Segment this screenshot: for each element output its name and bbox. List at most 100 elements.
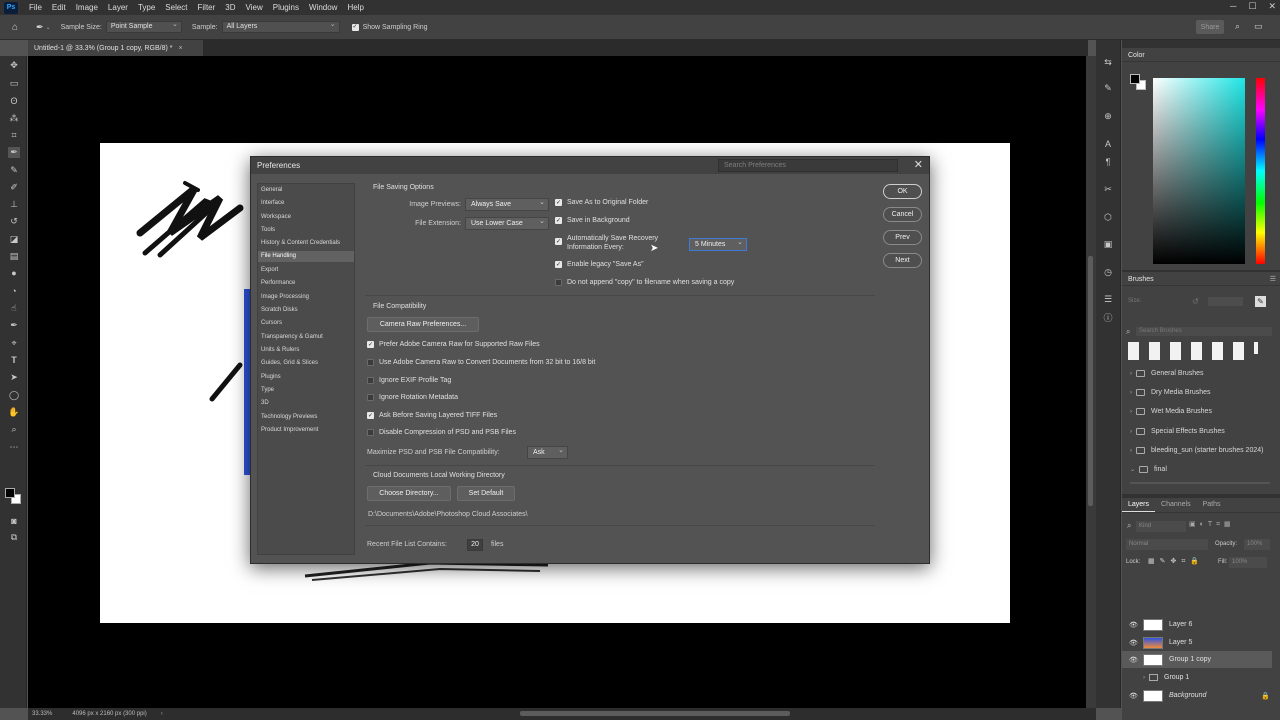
close-dialog-icon[interactable]: ✕ bbox=[914, 159, 923, 171]
image-previews-select[interactable]: Always Save bbox=[465, 198, 549, 211]
filter-kind-select[interactable]: Kind bbox=[1136, 521, 1186, 532]
auto-save-recovery-checkbox[interactable]: ✓ bbox=[555, 238, 562, 245]
next-button[interactable]: Next bbox=[883, 253, 922, 268]
path-selection-tool-icon[interactable]: ➤ bbox=[8, 372, 20, 383]
close-tab-icon[interactable]: × bbox=[178, 45, 182, 52]
recent-file-count-input[interactable]: 20 bbox=[467, 539, 483, 551]
close-icon[interactable]: ✕ bbox=[1268, 1, 1276, 12]
brushes-panel-title[interactable]: Brushes ☰ bbox=[1122, 272, 1280, 286]
camera-raw-preferences-button[interactable]: Camera Raw Preferences... bbox=[367, 317, 479, 332]
ignore-rotation-option[interactable]: Ignore Rotation Metadata bbox=[367, 394, 458, 401]
file-extension-select[interactable]: Use Lower Case bbox=[465, 217, 549, 230]
opacity-field[interactable]: 100% bbox=[1244, 539, 1270, 550]
disable-compression-checkbox[interactable] bbox=[367, 429, 374, 436]
brush-preview-strip[interactable] bbox=[1128, 342, 1270, 362]
menu-view[interactable]: View bbox=[241, 3, 268, 12]
sample-size-select[interactable]: Point Sample bbox=[105, 20, 182, 33]
category-performance[interactable]: Performance bbox=[258, 278, 354, 289]
menu-plugins[interactable]: Plugins bbox=[268, 3, 304, 12]
category-export[interactable]: Export bbox=[258, 265, 354, 276]
eraser-tool-icon[interactable]: ◪ bbox=[8, 234, 20, 245]
layer-row-group[interactable]: · › Group 1 bbox=[1122, 669, 1272, 686]
color-picker-field[interactable] bbox=[1153, 78, 1245, 264]
cancel-button[interactable]: Cancel bbox=[883, 207, 922, 222]
prev-button[interactable]: Prev bbox=[883, 230, 922, 245]
history-panel-icon[interactable]: ⇆ bbox=[1102, 56, 1114, 68]
workspace-icon[interactable]: ▭ bbox=[1254, 21, 1263, 32]
history-icon[interactable]: ◷ bbox=[1102, 266, 1114, 278]
save-in-background-option[interactable]: ✓ Save in Background bbox=[555, 217, 630, 224]
minimize-icon[interactable]: ─ bbox=[1230, 1, 1236, 12]
ignore-exif-checkbox[interactable] bbox=[367, 377, 374, 384]
category-workspace[interactable]: Workspace bbox=[258, 212, 354, 223]
ok-button[interactable]: OK bbox=[883, 184, 922, 199]
visibility-eye-icon[interactable]: 👁 bbox=[1129, 692, 1138, 700]
menu-file[interactable]: File bbox=[24, 3, 47, 12]
ignore-rotation-checkbox[interactable] bbox=[367, 394, 374, 401]
menu-edit[interactable]: Edit bbox=[47, 3, 71, 12]
fill-field[interactable]: 100% bbox=[1229, 557, 1267, 568]
home-icon[interactable]: ⌂ bbox=[12, 22, 18, 33]
save-as-original-folder-option[interactable]: ✓ Save As to Original Folder bbox=[555, 199, 648, 206]
menu-select[interactable]: Select bbox=[160, 3, 192, 12]
category-file-handling[interactable]: File Handling bbox=[258, 251, 354, 262]
move-tool-icon[interactable]: ✥ bbox=[8, 60, 20, 71]
category-general[interactable]: General bbox=[258, 185, 354, 196]
visibility-eye-icon[interactable]: 👁 bbox=[1129, 639, 1138, 647]
category-units-rulers[interactable]: Units & Rulers bbox=[258, 345, 354, 356]
do-not-append-copy-option[interactable]: Do not append "copy" to filename when sa… bbox=[555, 279, 734, 286]
gradient-tool-icon[interactable]: ▤ bbox=[8, 251, 20, 262]
disable-compression-option[interactable]: Disable Compression of PSD and PSB Files bbox=[367, 429, 516, 436]
lasso-tool-icon[interactable]: ʘ bbox=[8, 96, 20, 107]
category-transparency-gamut[interactable]: Transparency & Gamut bbox=[258, 332, 354, 343]
blend-mode-select[interactable]: Normal bbox=[1126, 539, 1208, 550]
hue-slider[interactable] bbox=[1256, 78, 1265, 264]
enable-legacy-save-as-checkbox[interactable]: ✓ bbox=[555, 261, 562, 268]
category-technology-previews[interactable]: Technology Previews bbox=[258, 412, 354, 423]
prefer-camera-raw-option[interactable]: ✓ Prefer Adobe Camera Raw for Supported … bbox=[367, 341, 540, 348]
status-arrow-icon[interactable]: › bbox=[161, 711, 163, 717]
document-info[interactable]: 4096 px x 2160 px (300 ppi) bbox=[72, 711, 146, 717]
share-button[interactable]: Share bbox=[1196, 20, 1224, 34]
foreground-color-swatch[interactable] bbox=[5, 488, 15, 498]
search-preferences-input[interactable]: Search Preferences bbox=[718, 159, 898, 172]
brush-tool-icon[interactable]: ✐ bbox=[8, 182, 20, 193]
eyedropper-tool-active-icon[interactable]: ✒ bbox=[8, 147, 20, 158]
category-cursors[interactable]: Cursors bbox=[258, 318, 354, 329]
category-plugins[interactable]: Plugins bbox=[258, 372, 354, 383]
brush-folder-final[interactable]: ⌄ final bbox=[1130, 466, 1167, 473]
category-tools[interactable]: Tools bbox=[258, 225, 354, 236]
reset-brush-icon[interactable]: ↺ bbox=[1192, 297, 1199, 306]
maximize-compatibility-select[interactable]: Ask bbox=[527, 446, 568, 459]
tab-channels[interactable]: Channels bbox=[1155, 498, 1197, 512]
create-brush-icon[interactable]: ✎ bbox=[1255, 296, 1266, 307]
auto-save-recovery-option[interactable]: ✓ Automatically Save Recovery Informatio… bbox=[555, 234, 658, 252]
menu-image[interactable]: Image bbox=[71, 3, 103, 12]
save-in-background-checkbox[interactable]: ✓ bbox=[555, 217, 562, 224]
screen-mode-icon[interactable]: ⧉ bbox=[8, 532, 20, 543]
category-guides-grid-slices[interactable]: Guides, Grid & Slices bbox=[258, 358, 354, 369]
menu-help[interactable]: Help bbox=[342, 3, 368, 12]
save-as-original-folder-checkbox[interactable]: ✓ bbox=[555, 199, 562, 206]
3d-panel-icon[interactable]: ⬡ bbox=[1102, 211, 1114, 223]
layer-row[interactable]: 👁 Layer 5 bbox=[1122, 634, 1272, 651]
convert-32bit-checkbox[interactable] bbox=[367, 359, 374, 366]
artboard-tool-icon[interactable]: ▭ bbox=[8, 78, 20, 89]
visibility-eye-icon[interactable]: 👁 bbox=[1129, 621, 1138, 629]
info-icon[interactable]: ⓘ bbox=[1102, 312, 1114, 324]
expand-group-icon[interactable]: › bbox=[1143, 675, 1145, 681]
do-not-append-copy-checkbox[interactable] bbox=[555, 279, 562, 286]
pen-tool-icon[interactable]: ✒ bbox=[8, 320, 20, 331]
search-icon[interactable]: ⌕ bbox=[1235, 21, 1240, 32]
brush-search-input[interactable]: Search Brushes bbox=[1136, 327, 1272, 336]
document-tab[interactable]: Untitled-1 @ 33.3% (Group 1 copy, RGB/8)… bbox=[28, 40, 203, 56]
color-foreground-swatch[interactable] bbox=[1130, 74, 1140, 84]
hand-tool-icon[interactable]: ✋ bbox=[8, 407, 20, 418]
category-image-processing[interactable]: Image Processing bbox=[258, 292, 354, 303]
brush-folder-wet-media[interactable]: › Wet Media Brushes bbox=[1130, 408, 1212, 415]
category-history-content-credentials[interactable]: History & Content Credentials bbox=[258, 238, 354, 249]
character-panel-icon[interactable]: A bbox=[1102, 138, 1114, 150]
menu-layer[interactable]: Layer bbox=[103, 3, 133, 12]
menu-filter[interactable]: Filter bbox=[193, 3, 221, 12]
adjustments-icon[interactable]: ☰ bbox=[1102, 293, 1114, 305]
